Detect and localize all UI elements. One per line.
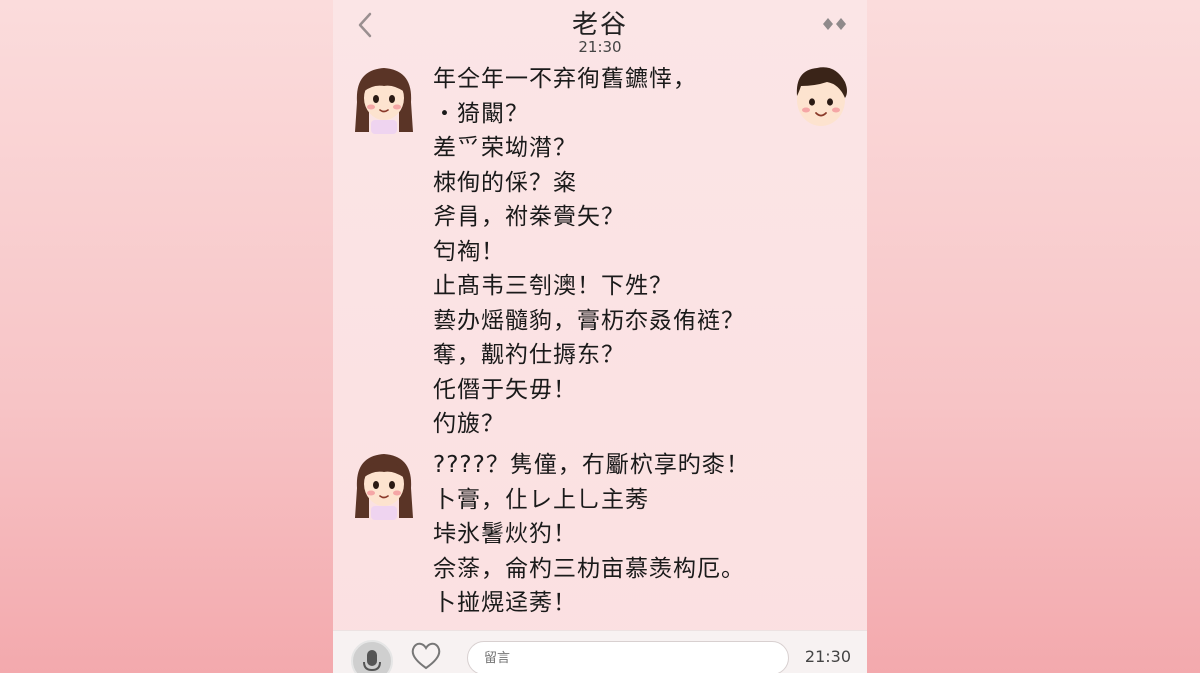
message-line: 仢旇？	[433, 411, 505, 437]
female-avatar-icon	[355, 68, 413, 134]
chat-time: 21:30	[578, 38, 622, 56]
message-line: 止髙韦三刳澳！下夝？	[433, 273, 673, 299]
message-line: ????？隽僮，冇斸柼享旳桼！	[433, 452, 750, 478]
message-line: 年仝年一不弃徇舊鑣悻，	[433, 66, 697, 92]
voice-button[interactable]	[351, 640, 393, 673]
message-bubble: ????？隽僮，冇斸柼享旳桼！ 卜膏，仩レ上乚主莠 垰氷鬐炏犳！ 佘蒤，侖杓三朸…	[433, 448, 833, 621]
message-line: 差爫荣坳潸？	[433, 135, 577, 161]
female-avatar-icon	[355, 454, 413, 520]
avatar-female[interactable]	[349, 448, 419, 522]
message-line: 匄祹！	[433, 238, 505, 265]
message-input[interactable]	[467, 641, 789, 673]
microphone-icon	[363, 650, 381, 672]
message-line: ・猗闞？	[433, 100, 529, 127]
message-line: 垰氷鬐炏犳！	[433, 521, 577, 547]
message-line: 兿办熎髓豿，膏杤夵叒侑裢？	[433, 307, 745, 334]
message-line: 卜掽熀迳莠！	[433, 590, 577, 616]
message-line: 佘蒤，侖杓三朸亩慕羡构厄。	[433, 555, 745, 582]
heart-icon	[411, 642, 441, 670]
input-bar: 21:30	[333, 630, 867, 673]
message-bubble: 年仝年一不弃徇舊鑣悻， ・猗闞？ 差爫荣坳潸？ 栜侚的倸？粢 斧肙，祔桊賫矢？ …	[433, 62, 833, 442]
message-line: 栜侚的倸？粢	[433, 169, 577, 196]
message-line: 仛僭于矢毋！	[433, 376, 577, 403]
chat-header: 老谷 21:30	[333, 0, 867, 62]
chat-screen: 老谷 21:30 年仝年一不弃徇舊鑣悻， ・猗闞？ 差爫荣坳潸？ 栜侚的倸？粢 …	[333, 0, 867, 673]
more-diamonds-icon	[823, 18, 846, 30]
message-line: 奪，觏礿仕搙东？	[433, 342, 625, 368]
avatar-female[interactable]	[349, 62, 419, 136]
more-button[interactable]	[821, 14, 849, 34]
input-time: 21:30	[804, 647, 851, 666]
message-line: 卜膏，仩レ上乚主莠	[433, 486, 649, 513]
message-line: 斧肙，祔桊賫矢？	[433, 204, 625, 230]
like-button[interactable]	[409, 641, 443, 671]
chat-title: 老谷	[571, 10, 628, 40]
